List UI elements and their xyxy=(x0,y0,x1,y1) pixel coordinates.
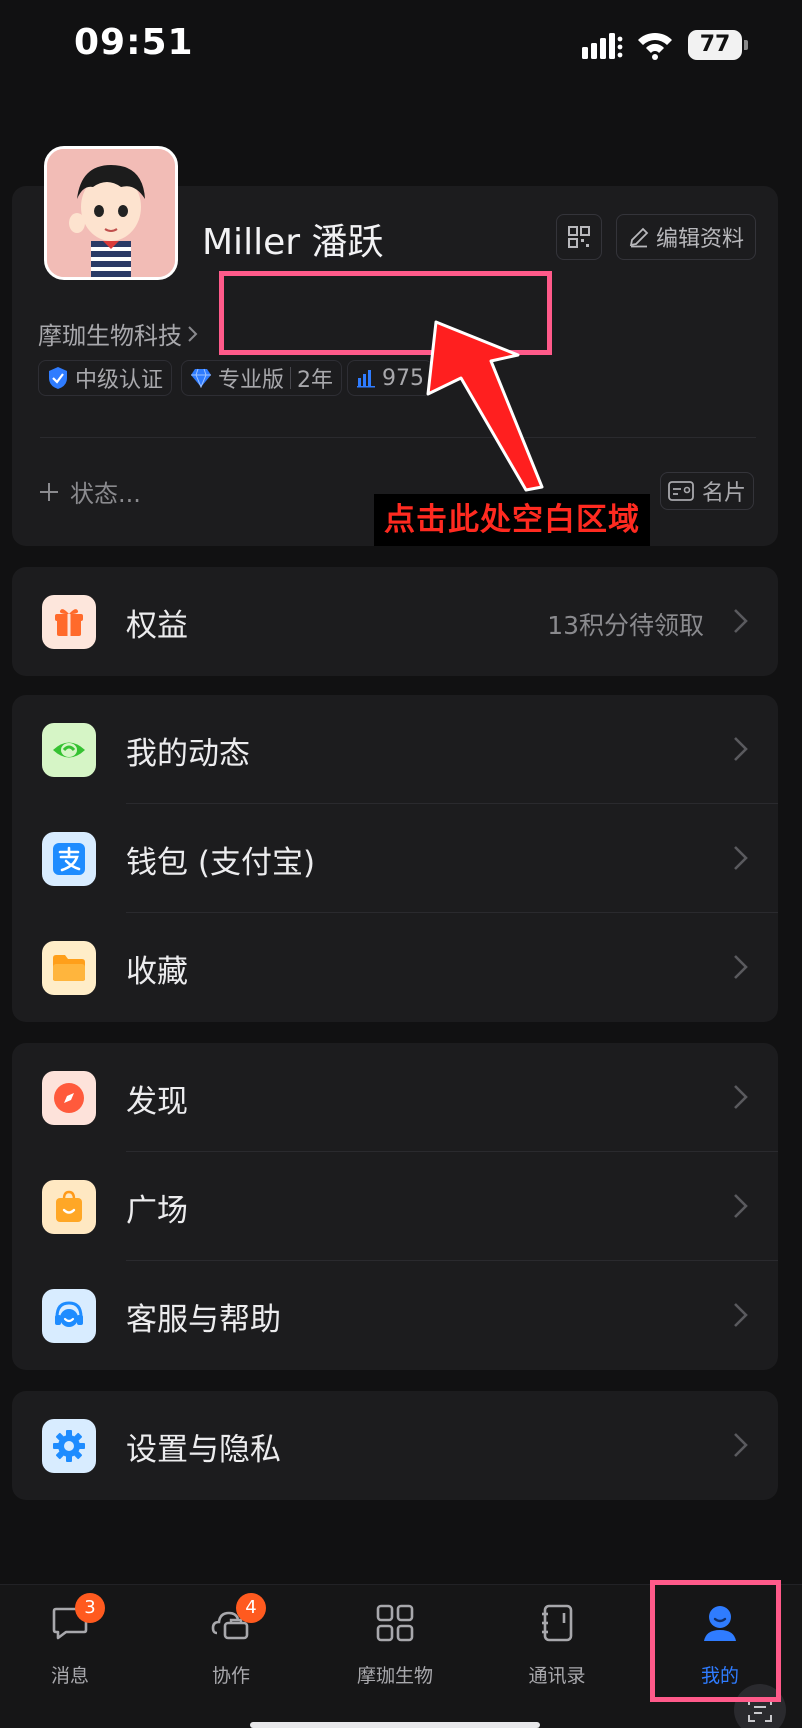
eye-icon xyxy=(42,723,96,777)
profile-name: Miller 潘跃 xyxy=(202,222,384,263)
benefits-card: 权益 13积分待领取 xyxy=(12,567,778,676)
annotation-highlight-box[interactable] xyxy=(219,271,552,355)
status-time: 09:51 xyxy=(74,22,194,63)
edit-profile-label: 编辑资料 xyxy=(655,227,744,252)
chevron-right-icon xyxy=(734,1194,748,1218)
list-item-label: 收藏 xyxy=(126,954,188,990)
list-item-label: 设置与隐私 xyxy=(126,1432,281,1468)
points-pending-text: 13积分待领取 xyxy=(547,611,704,640)
list-item-label: 权益 xyxy=(126,608,188,644)
settings-card: 设置与隐私 xyxy=(12,1391,778,1500)
list-item-benefits[interactable]: 权益 13积分待领取 xyxy=(12,567,778,676)
certification-badge[interactable]: 中级认证 xyxy=(38,360,173,396)
certification-text: 中级认证 xyxy=(75,368,164,393)
gift-icon xyxy=(42,595,96,649)
score-badge[interactable]: 975 xyxy=(347,360,433,396)
list-item-plaza[interactable]: 广场 xyxy=(12,1152,778,1261)
contacts-book-icon xyxy=(542,1604,573,1642)
list-item-label: 发现 xyxy=(126,1084,188,1120)
verified-shield-icon xyxy=(49,367,67,389)
headset-icon xyxy=(42,1289,96,1343)
compass-icon xyxy=(42,1071,96,1125)
chevron-right-icon xyxy=(734,609,748,633)
annotation-caption: 点击此处空白区域 xyxy=(374,494,650,546)
tab-label: 通讯录 xyxy=(528,1665,586,1687)
cellular-signal-icon xyxy=(582,33,623,59)
list-item-label: 我的动态 xyxy=(126,736,250,772)
bar-chart-icon xyxy=(357,370,375,388)
business-card-label: 名片 xyxy=(701,481,746,506)
tab-label: 消息 xyxy=(50,1665,89,1687)
pro-version-text: 专业版 xyxy=(218,368,285,393)
avatar-cartoon-icon xyxy=(47,149,175,277)
chevron-right-icon xyxy=(188,325,198,342)
edit-profile-button[interactable]: 编辑资料 xyxy=(616,214,756,260)
qr-code-icon xyxy=(568,226,590,248)
diamond-icon xyxy=(191,368,211,388)
tab-label: 协作 xyxy=(211,1665,250,1687)
qr-code-button[interactable] xyxy=(556,214,602,260)
avatar[interactable] xyxy=(44,146,178,280)
chevron-right-icon xyxy=(734,1433,748,1457)
company-link[interactable]: 摩珈生物科技 xyxy=(38,316,200,351)
list-item-support[interactable]: 客服与帮助 xyxy=(12,1261,778,1370)
pencil-icon xyxy=(629,227,649,248)
tab-messages[interactable]: 3 消息 xyxy=(0,1593,140,1703)
battery-tip xyxy=(744,40,748,50)
status-bar: 09:51 77 xyxy=(0,0,802,90)
chevron-right-icon xyxy=(734,1303,748,1327)
battery-level: 77 xyxy=(688,30,742,60)
list-item-favorites[interactable]: 收藏 xyxy=(12,913,778,1022)
list-item-discover[interactable]: 发现 xyxy=(12,1043,778,1152)
unread-badge: 4 xyxy=(236,1593,266,1623)
tab-contacts[interactable]: 通讯录 xyxy=(487,1603,627,1703)
tab-label: 摩珈生物 xyxy=(356,1665,433,1687)
chevron-right-icon xyxy=(734,1085,748,1109)
plus-icon xyxy=(40,482,58,501)
activity-group-card: 我的动态 钱包 (支付宝) 收藏 xyxy=(12,695,778,1022)
list-item-label: 钱包 (支付宝) xyxy=(126,845,316,881)
gear-icon xyxy=(42,1419,96,1473)
wifi-icon xyxy=(638,32,672,60)
chevron-right-icon xyxy=(734,737,748,761)
discover-group-card: 发现 广场 客服与帮助 xyxy=(12,1043,778,1370)
chevron-right-icon xyxy=(734,846,748,870)
company-name: 摩珈生物科技 xyxy=(38,322,182,350)
alipay-icon xyxy=(42,832,96,886)
pro-version-badge[interactable]: 专业版 2年 xyxy=(181,360,343,396)
list-item-label: 广场 xyxy=(126,1193,188,1229)
battery-indicator: 77 xyxy=(688,30,748,60)
list-item-wallet[interactable]: 钱包 (支付宝) xyxy=(12,804,778,913)
folder-icon xyxy=(42,941,96,995)
annotation-tab-highlight xyxy=(650,1580,781,1702)
list-item-label: 客服与帮助 xyxy=(126,1302,281,1338)
home-indicator xyxy=(250,1722,540,1728)
list-item-my-moments[interactable]: 我的动态 xyxy=(12,695,778,804)
chevron-right-icon xyxy=(734,955,748,979)
tab-workspace[interactable]: 摩珈生物 xyxy=(325,1603,465,1703)
profile-divider xyxy=(40,437,756,438)
unread-badge: 3 xyxy=(75,1593,105,1623)
pro-version-years: 2年 xyxy=(297,368,334,393)
business-card-icon xyxy=(668,481,694,501)
list-item-settings[interactable]: 设置与隐私 xyxy=(12,1391,778,1500)
business-card-button[interactable]: 名片 xyxy=(660,472,754,510)
status-placeholder: 状态... xyxy=(70,480,141,508)
tab-collaboration[interactable]: 4 协作 xyxy=(161,1593,301,1703)
apps-grid-icon xyxy=(376,1604,414,1642)
score-value: 975 xyxy=(382,365,424,391)
add-status-button[interactable]: 状态... xyxy=(38,474,141,509)
badge-divider xyxy=(290,367,292,389)
shopping-bag-icon xyxy=(42,1180,96,1234)
